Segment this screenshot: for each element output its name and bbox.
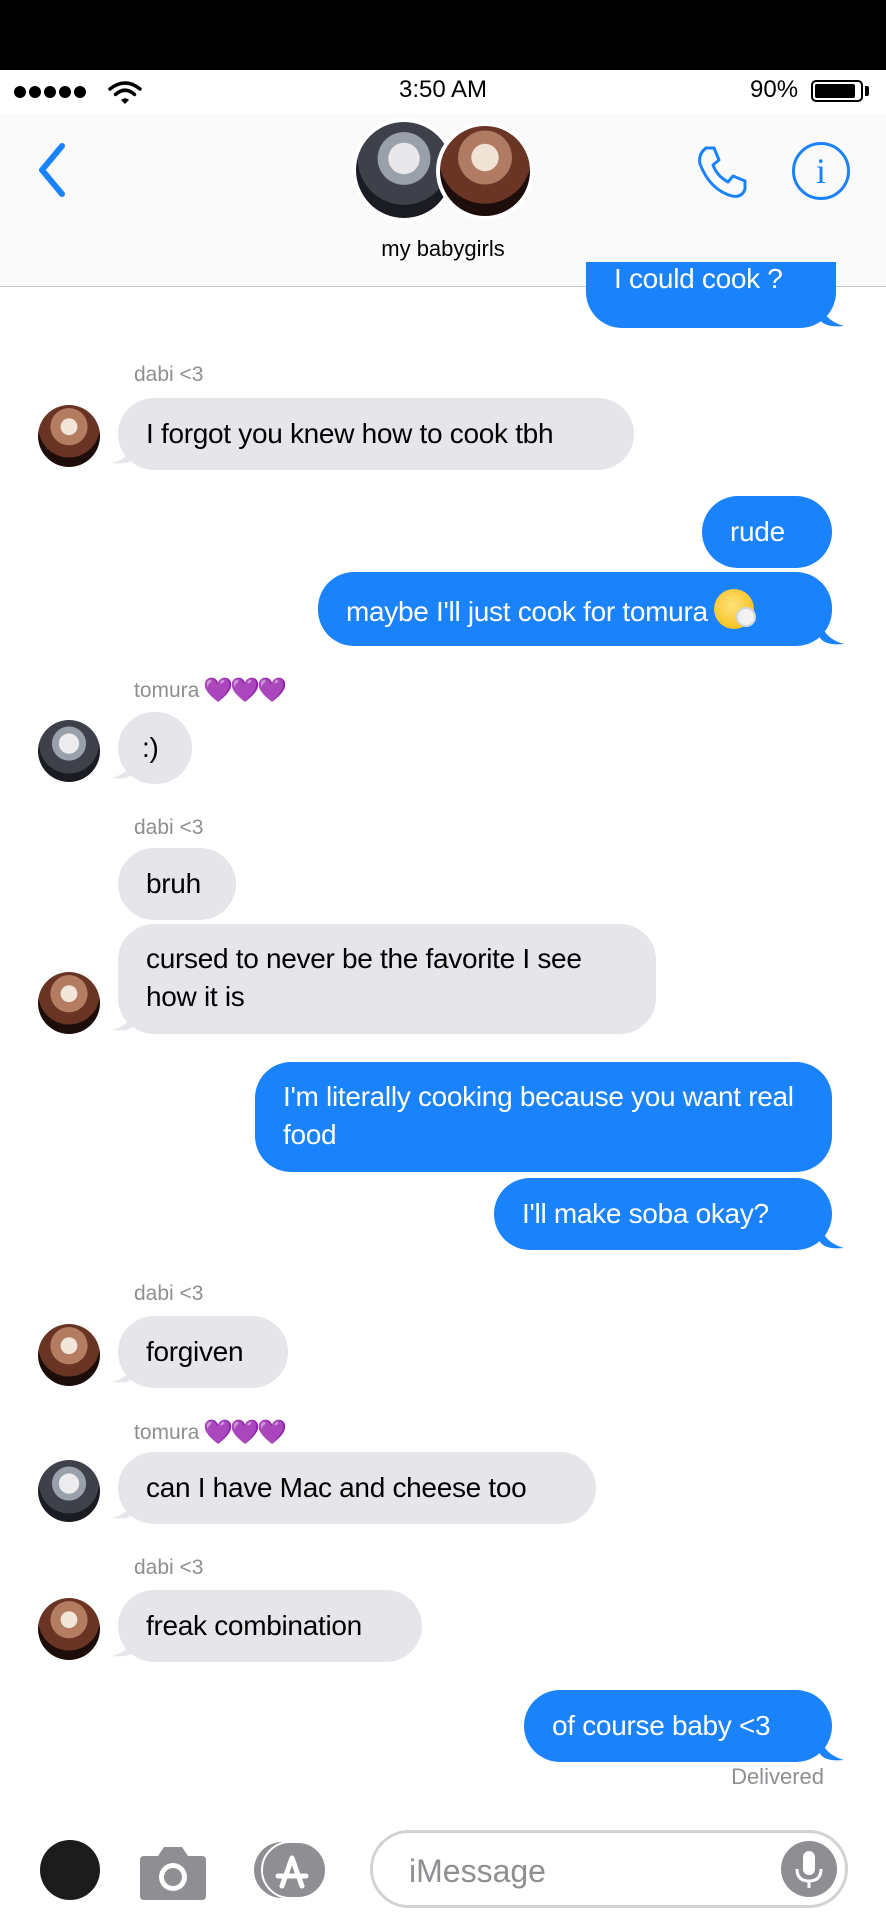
outgoing-message[interactable]: I could cook ? xyxy=(586,262,836,328)
bubble-tail xyxy=(820,1222,844,1249)
outgoing-message[interactable]: I'll make soba okay? xyxy=(494,1178,832,1250)
imessage-placeholder: iMessage xyxy=(409,1853,546,1889)
incoming-message[interactable]: :) xyxy=(118,712,192,784)
message-text: cursed to never be the favorite I see ho… xyxy=(146,943,582,1012)
animoji-button[interactable] xyxy=(40,1840,100,1900)
battery-tip xyxy=(865,86,869,96)
top-black-band xyxy=(0,0,886,70)
message-text: :) xyxy=(142,732,159,763)
incoming-message[interactable]: bruh xyxy=(118,848,236,920)
incoming-message[interactable]: can I have Mac and cheese too xyxy=(118,1452,596,1524)
bubble-tail xyxy=(820,618,844,645)
message-text: maybe I'll just cook for tomura xyxy=(346,596,708,627)
avatar-dabi[interactable] xyxy=(38,972,100,1034)
outgoing-message[interactable]: I'm literally cooking because you want r… xyxy=(255,1062,832,1172)
sender-name: dabi <3 xyxy=(134,363,204,386)
incoming-message[interactable]: freak combination xyxy=(118,1590,422,1662)
outgoing-message[interactable]: of course baby <3 xyxy=(524,1690,832,1762)
sender-name: tomura 💜💜💜 xyxy=(134,677,287,704)
battery-icon xyxy=(811,80,863,102)
purple-hearts: 💜💜💜 xyxy=(203,1419,287,1446)
message-text: I forgot you knew how to cook tbh xyxy=(146,418,554,449)
battery-percentage: 90% xyxy=(750,76,799,103)
incoming-message[interactable]: I forgot you knew how to cook tbh xyxy=(118,398,634,470)
avatar-dabi[interactable] xyxy=(38,1598,100,1660)
purple-hearts: 💜💜💜 xyxy=(203,677,287,704)
sender-name: dabi <3 xyxy=(134,816,204,839)
sender-name: dabi <3 xyxy=(134,1556,204,1579)
message-text: I'm literally cooking because you want r… xyxy=(283,1081,794,1150)
incoming-message[interactable]: forgiven xyxy=(118,1316,288,1388)
message-text: forgiven xyxy=(146,1336,244,1367)
group-name[interactable]: my babygirls xyxy=(0,236,886,262)
status-bar: 3:50 AM 90% xyxy=(0,70,886,114)
outgoing-message[interactable]: rude xyxy=(702,496,832,568)
app-store-icon[interactable] xyxy=(252,1840,332,1900)
message-text: rude xyxy=(730,516,785,547)
sender-name: dabi <3 xyxy=(134,1282,204,1305)
message-text: of course baby <3 xyxy=(552,1710,771,1741)
bubble-tail xyxy=(820,300,844,327)
microphone-button[interactable] xyxy=(781,1841,837,1897)
incoming-message[interactable]: cursed to never be the favorite I see ho… xyxy=(118,924,656,1034)
message-text: bruh xyxy=(146,868,201,899)
message-text: freak combination xyxy=(146,1610,362,1641)
message-text: I could cook ? xyxy=(614,263,783,294)
phone-call-icon[interactable] xyxy=(692,142,752,202)
outgoing-message[interactable]: maybe I'll just cook for tomura xyxy=(318,572,832,646)
sender-name: tomura 💜💜💜 xyxy=(134,1419,287,1446)
bubble-tail xyxy=(820,1734,844,1761)
sneezing-face-emoji xyxy=(713,589,756,629)
microphone-icon xyxy=(795,1851,823,1888)
avatar-dabi[interactable] xyxy=(38,405,100,467)
avatar-dabi[interactable] xyxy=(38,1324,100,1386)
avatar-tomura[interactable] xyxy=(38,720,100,782)
message-text: I'll make soba okay? xyxy=(522,1198,769,1229)
back-chevron-icon[interactable] xyxy=(32,138,72,202)
info-icon[interactable]: i xyxy=(792,142,850,200)
camera-icon[interactable] xyxy=(138,1842,208,1902)
avatar-tomura[interactable] xyxy=(38,1460,100,1522)
delivered-status: Delivered xyxy=(731,1764,824,1789)
compose-bar: iMessage xyxy=(0,1820,886,1920)
imessage-input[interactable]: iMessage xyxy=(370,1830,848,1908)
message-text: can I have Mac and cheese too xyxy=(146,1472,527,1503)
group-avatar-dabi[interactable] xyxy=(436,122,534,220)
